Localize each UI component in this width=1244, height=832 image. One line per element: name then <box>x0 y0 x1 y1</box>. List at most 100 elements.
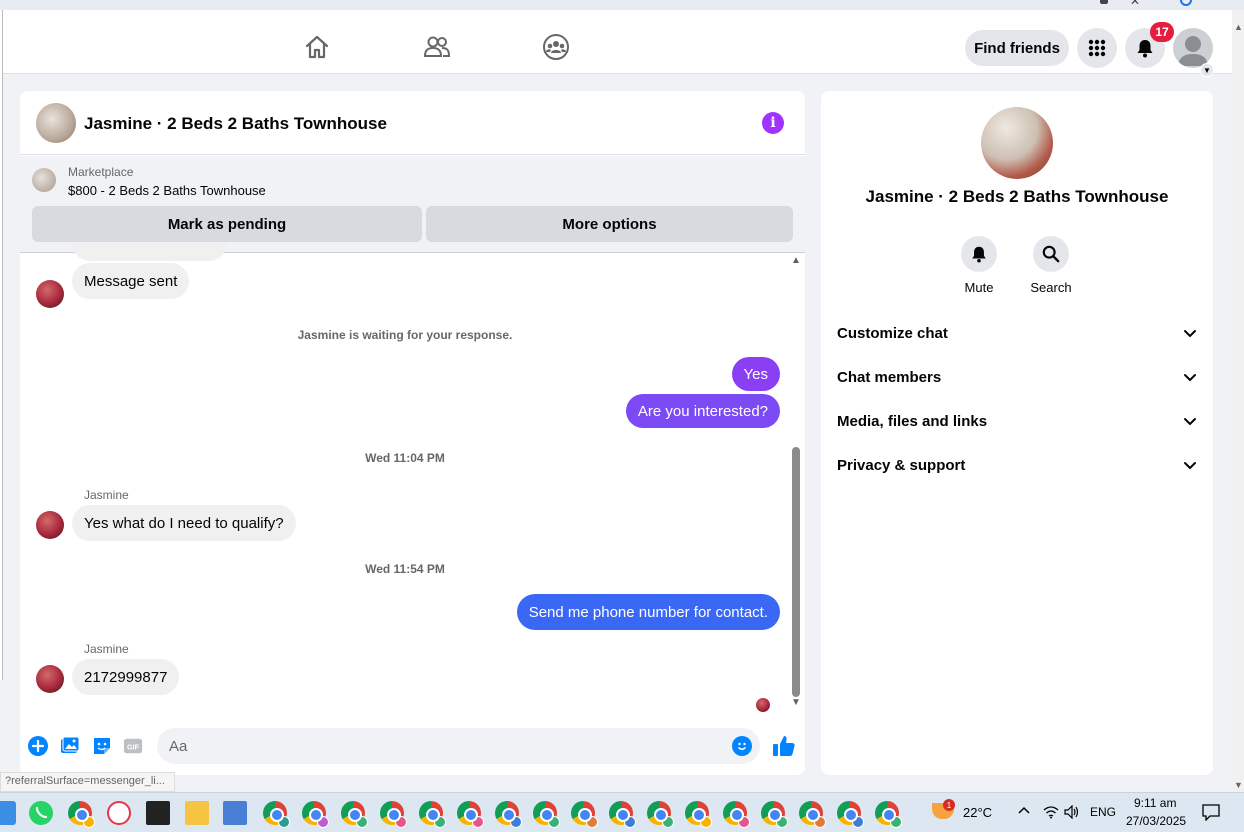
chrome-icon[interactable] <box>68 801 95 828</box>
chrome-icon[interactable] <box>799 801 826 828</box>
chevron-up-icon[interactable] <box>1017 804 1031 819</box>
chrome-icon[interactable] <box>571 801 598 828</box>
scroll-down-arrow-icon[interactable]: ▼ <box>1234 780 1243 790</box>
profile-avatar[interactable] <box>981 107 1053 179</box>
section-customize-chat[interactable]: Customize chat <box>821 311 1213 355</box>
incoming-message[interactable]: Message sent <box>72 263 190 299</box>
section-label: Media, files and links <box>837 412 988 430</box>
scroll-down-arrow-icon[interactable]: ▼ <box>791 697 801 708</box>
conversation-info-panel: Jasmine · 2 Beds 2 Baths Townhouse Mute … <box>821 91 1213 775</box>
page-scrollbar[interactable]: ▲ ▼ <box>1232 10 1244 792</box>
chrome-icon[interactable] <box>837 801 864 828</box>
incoming-message[interactable]: 2172999877 <box>72 659 180 695</box>
chrome-icon[interactable] <box>761 801 788 828</box>
chrome-icon[interactable] <box>647 801 674 828</box>
chrome-icon[interactable] <box>875 801 902 828</box>
gif-icon[interactable]: GIF <box>123 736 143 756</box>
message-thread: Message sent Jasmine is waiting for your… <box>20 243 805 713</box>
more-options-button[interactable]: More options <box>426 206 793 242</box>
chrome-icon[interactable] <box>723 801 750 828</box>
chevron-down-icon <box>1184 462 1196 470</box>
listing-title[interactable]: $800 - 2 Beds 2 Baths Townhouse <box>68 183 266 198</box>
app-window-icon[interactable] <box>223 801 247 825</box>
file-explorer-icon[interactable] <box>185 801 209 825</box>
emoji-icon[interactable] <box>732 736 752 756</box>
chrome-icon[interactable] <box>685 801 712 828</box>
mute-action[interactable]: Mute <box>949 236 1009 295</box>
start-icon[interactable] <box>0 801 16 825</box>
clock-date[interactable]: 27/03/2025 <box>1126 814 1186 828</box>
paint-icon[interactable] <box>107 801 131 825</box>
window-edge <box>0 10 3 680</box>
sender-name: Jasmine <box>84 642 129 656</box>
chrome-icon[interactable] <box>341 801 368 828</box>
section-label: Customize chat <box>837 324 948 342</box>
mute-label: Mute <box>964 280 994 295</box>
home-icon[interactable] <box>302 32 332 62</box>
sticker-icon[interactable] <box>92 736 112 756</box>
conversation-name: Jasmine · 2 Beds 2 Baths Townhouse <box>865 187 1169 206</box>
thumbs-up-icon[interactable] <box>772 734 796 758</box>
message-composer: GIF <box>20 721 805 771</box>
contact-avatar[interactable] <box>36 280 64 308</box>
whatsapp-icon[interactable] <box>29 801 53 825</box>
contact-avatar[interactable] <box>36 511 64 539</box>
message-input[interactable] <box>157 728 760 764</box>
section-media-files-links[interactable]: Media, files and links <box>821 399 1213 443</box>
chrome-icon[interactable] <box>419 801 446 828</box>
chat-title[interactable]: Jasmine · 2 Beds 2 Baths Townhouse <box>84 114 387 134</box>
friends-icon[interactable] <box>422 32 452 62</box>
scrollbar-thumb[interactable] <box>792 447 800 697</box>
chat-scrollbar[interactable]: ▲ ▼ <box>790 253 804 713</box>
read-receipt-avatar <box>756 698 770 712</box>
plus-icon[interactable] <box>28 736 48 756</box>
chat-avatar[interactable] <box>36 103 76 143</box>
notification-center-icon[interactable] <box>1201 803 1221 824</box>
chevron-down-icon <box>1184 374 1196 382</box>
chrome-icon[interactable] <box>495 801 522 828</box>
close-tab-icon[interactable]: ✕ <box>1130 0 1140 8</box>
marketplace-label: Marketplace <box>68 165 134 179</box>
mark-as-pending-button[interactable]: Mark as pending <box>32 206 422 242</box>
extension-icon[interactable] <box>1100 0 1108 4</box>
scroll-up-arrow-icon[interactable]: ▲ <box>791 255 801 266</box>
outgoing-message[interactable]: Send me phone number for contact. <box>516 594 780 630</box>
photo-icon[interactable] <box>60 736 80 756</box>
bell-icon[interactable] <box>961 236 997 272</box>
clock-time[interactable]: 9:11 am <box>1134 796 1176 810</box>
top-navigation-bar: Find friends 17 ▼ <box>0 10 1232 77</box>
language-indicator[interactable]: ENG <box>1090 805 1116 819</box>
section-privacy-support[interactable]: Privacy & support <box>821 443 1213 487</box>
link-status-bar: ?referralSurface=messenger_li... <box>0 772 175 792</box>
search-icon[interactable] <box>1033 236 1069 272</box>
chrome-icon[interactable] <box>380 801 407 828</box>
listing-thumbnail[interactable] <box>32 168 56 192</box>
chrome-icon[interactable] <box>302 801 329 828</box>
profile-icon[interactable] <box>1180 0 1192 6</box>
wifi-icon[interactable] <box>1043 805 1059 822</box>
marketplace-listing-bar: Marketplace $800 - 2 Beds 2 Baths Townho… <box>20 156 805 253</box>
chrome-icon[interactable] <box>609 801 636 828</box>
chrome-icon[interactable] <box>263 801 290 828</box>
sticky-notes-icon[interactable] <box>146 801 170 825</box>
chrome-icon[interactable] <box>457 801 484 828</box>
info-icon[interactable]: i <box>762 112 784 134</box>
temperature-text[interactable]: 22°C <box>963 805 992 820</box>
contact-avatar[interactable] <box>36 665 64 693</box>
chevron-down-icon[interactable]: ▼ <box>1200 63 1214 77</box>
section-chat-members[interactable]: Chat members <box>821 355 1213 399</box>
chevron-down-icon <box>1184 418 1196 426</box>
chrome-icon[interactable] <box>533 801 560 828</box>
scroll-up-arrow-icon[interactable]: ▲ <box>1234 22 1243 32</box>
account-avatar[interactable] <box>1173 28 1213 68</box>
volume-icon[interactable] <box>1064 804 1080 822</box>
browser-toolbar-strip: ✕ <box>0 0 1244 10</box>
groups-icon[interactable] <box>541 32 571 62</box>
section-label: Privacy & support <box>837 456 966 474</box>
incoming-message[interactable]: Yes what do I need to qualify? <box>72 505 296 541</box>
outgoing-message[interactable]: Are you interested? <box>625 394 780 428</box>
find-friends-button[interactable]: Find friends <box>965 30 1069 66</box>
apps-menu-icon[interactable] <box>1077 28 1117 68</box>
search-action[interactable]: Search <box>1021 236 1081 295</box>
outgoing-message[interactable]: Yes <box>731 357 780 391</box>
